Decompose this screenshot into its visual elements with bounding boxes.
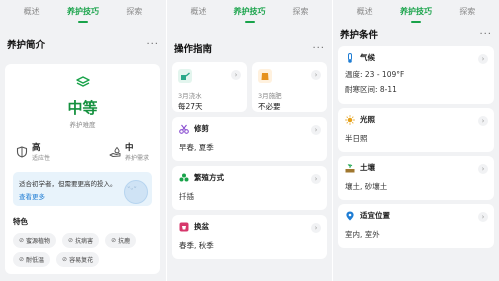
light-title: 光照 <box>360 115 375 124</box>
care-need-label: 养护需求 <box>124 155 149 162</box>
light-row[interactable]: 光照 › 半日照 <box>338 108 494 152</box>
pruning-row[interactable]: 修剪 › 早春, 夏季 <box>172 117 327 161</box>
features-list: ⊘ 蜜源植物 ⊘ 抗病害 ⊘ 抗鹿 ⊘ 耐低温 ⊘ 容易复花 <box>13 233 152 267</box>
care-need-value: 中 <box>124 143 134 153</box>
chevron-right-icon[interactable]: › <box>478 116 488 126</box>
check-icon: ⊘ <box>19 237 25 244</box>
location-title: 适宜位置 <box>360 211 390 220</box>
propagation-value: 扦插 <box>179 192 194 201</box>
watering-can-icon <box>178 69 192 83</box>
hardiness-zone-value: 耐寒区间: 8-11 <box>345 85 397 94</box>
check-icon: ⊘ <box>62 256 68 263</box>
features-title: 特色 <box>13 217 28 226</box>
chevron-right-icon[interactable]: › <box>311 70 321 80</box>
check-icon: ⊘ <box>68 237 74 244</box>
pruning-title: 修剪 <box>194 124 209 133</box>
thermometer-icon <box>348 52 352 63</box>
fertilizing-frequency: 不必要 <box>258 102 281 111</box>
section-title: 养护条件 <box>340 30 379 41</box>
repotting-title: 换盆 <box>194 222 209 231</box>
operation-guide-panel: 概述 养护技巧 探索 操作指南 ··· › 3月浇水 每27天 › 3月施肥 不… <box>167 0 332 281</box>
tip-box: 适合初学者，但需要更高的投入。 查看更多 <box>13 172 152 206</box>
climate-title: 气候 <box>360 53 375 62</box>
temperature-value: 温度: 23 - 109°F <box>345 70 405 79</box>
tab-care-tips[interactable]: 养护技巧 <box>231 4 269 23</box>
fertilizing-card[interactable]: › 3月施肥 不必要 <box>252 62 327 112</box>
fertilizer-icon <box>258 69 272 83</box>
chevron-right-icon[interactable]: › <box>311 223 321 233</box>
more-icon[interactable]: ··· <box>312 43 325 54</box>
shield-icon <box>16 145 28 158</box>
difficulty-block: 中等 养护难度 <box>13 72 152 129</box>
care-need-stat: 中 养护需求 <box>109 141 149 162</box>
tab-overview[interactable]: 概述 <box>21 4 43 19</box>
watering-month: 3月浇水 <box>178 92 202 100</box>
soil-value: 壤土, 砂壤土 <box>345 182 388 191</box>
feature-chip: ⊘ 耐低温 <box>13 252 51 267</box>
feature-chip: ⊘ 抗鹿 <box>105 233 137 248</box>
care-conditions-panel: 概述 养护技巧 探索 养护条件 ··· 气候 › 温度: 23 - 109°F … <box>333 0 499 281</box>
location-row[interactable]: 适宜位置 › 室内, 室外 <box>338 204 494 248</box>
section-title: 养护简介 <box>7 40 46 51</box>
adaptability-value: 高 <box>32 143 41 153</box>
care-intro-card: 中等 养护难度 高 适应性 中 养护需求 适合初学者，但需要更高的投入。 查看更… <box>5 64 160 274</box>
fertilizing-month: 3月施肥 <box>258 92 282 100</box>
chevron-right-icon[interactable]: › <box>311 125 321 135</box>
watering-card[interactable]: › 3月浇水 每27天 <box>172 62 247 112</box>
tab-bar: 概述 养护技巧 探索 <box>167 0 332 23</box>
location-value: 室内, 室外 <box>345 230 380 239</box>
propagation-title: 繁殖方式 <box>194 173 224 182</box>
tab-explore[interactable]: 探索 <box>290 4 312 19</box>
tab-bar: 概述 养护技巧 探索 <box>0 0 166 23</box>
chevron-right-icon[interactable]: › <box>478 212 488 222</box>
tab-bar: 概述 养护技巧 探索 <box>333 0 499 23</box>
tab-care-tips[interactable]: 养护技巧 <box>397 4 435 23</box>
soil-title: 土壤 <box>360 163 375 172</box>
chevron-right-icon[interactable]: › <box>311 174 321 184</box>
soil-icon <box>345 163 355 172</box>
tab-explore[interactable]: 探索 <box>123 4 145 19</box>
section-title: 操作指南 <box>174 44 213 55</box>
feature-chip: ⊘ 容易复花 <box>56 252 100 267</box>
difficulty-value: 中等 <box>67 99 98 117</box>
chevron-right-icon[interactable]: › <box>478 54 488 64</box>
more-icon[interactable]: ··· <box>146 39 159 50</box>
check-icon: ⊘ <box>19 256 25 263</box>
propagation-row[interactable]: 繁殖方式 › 扦插 <box>172 166 327 210</box>
layers-icon <box>75 76 90 87</box>
care-overview-panel: 概述 养护技巧 探索 养护简介 ··· 中等 养护难度 高 适应性 中 养护需求… <box>0 0 166 281</box>
difficulty-label: 养护难度 <box>69 121 96 129</box>
tab-care-tips[interactable]: 养护技巧 <box>64 4 102 23</box>
chevron-right-icon[interactable]: › <box>231 70 241 80</box>
repotting-value: 春季, 秋季 <box>179 241 214 250</box>
pruning-value: 早春, 夏季 <box>179 143 214 152</box>
check-icon: ⊘ <box>111 237 117 244</box>
soil-row[interactable]: 土壤 › 壤土, 砂壤土 <box>338 156 494 200</box>
climate-row[interactable]: 气候 › 温度: 23 - 109°F 耐寒区间: 8-11 <box>338 46 494 104</box>
adaptability-stat: 高 适应性 <box>16 141 50 162</box>
more-icon[interactable]: ··· <box>479 29 492 40</box>
location-icon <box>346 211 354 220</box>
light-value: 半日照 <box>345 134 368 143</box>
sun-icon <box>345 114 355 125</box>
tab-overview[interactable]: 概述 <box>188 4 210 19</box>
tab-explore[interactable]: 探索 <box>456 4 478 19</box>
watering-frequency: 每27天 <box>178 102 203 111</box>
tab-overview[interactable]: 概述 <box>354 4 376 19</box>
hand-water-icon <box>109 146 121 157</box>
feature-chip: ⊘ 蜜源植物 <box>13 233 57 248</box>
chevron-right-icon[interactable]: › <box>478 164 488 174</box>
repot-icon <box>179 222 189 231</box>
propagation-icon <box>179 173 189 181</box>
scissors-icon <box>179 124 189 134</box>
repotting-row[interactable]: 换盆 › 春季, 秋季 <box>172 215 327 259</box>
adaptability-label: 适应性 <box>32 155 51 162</box>
mascot-icon <box>124 180 148 204</box>
feature-chip: ⊘ 抗病害 <box>62 233 100 248</box>
